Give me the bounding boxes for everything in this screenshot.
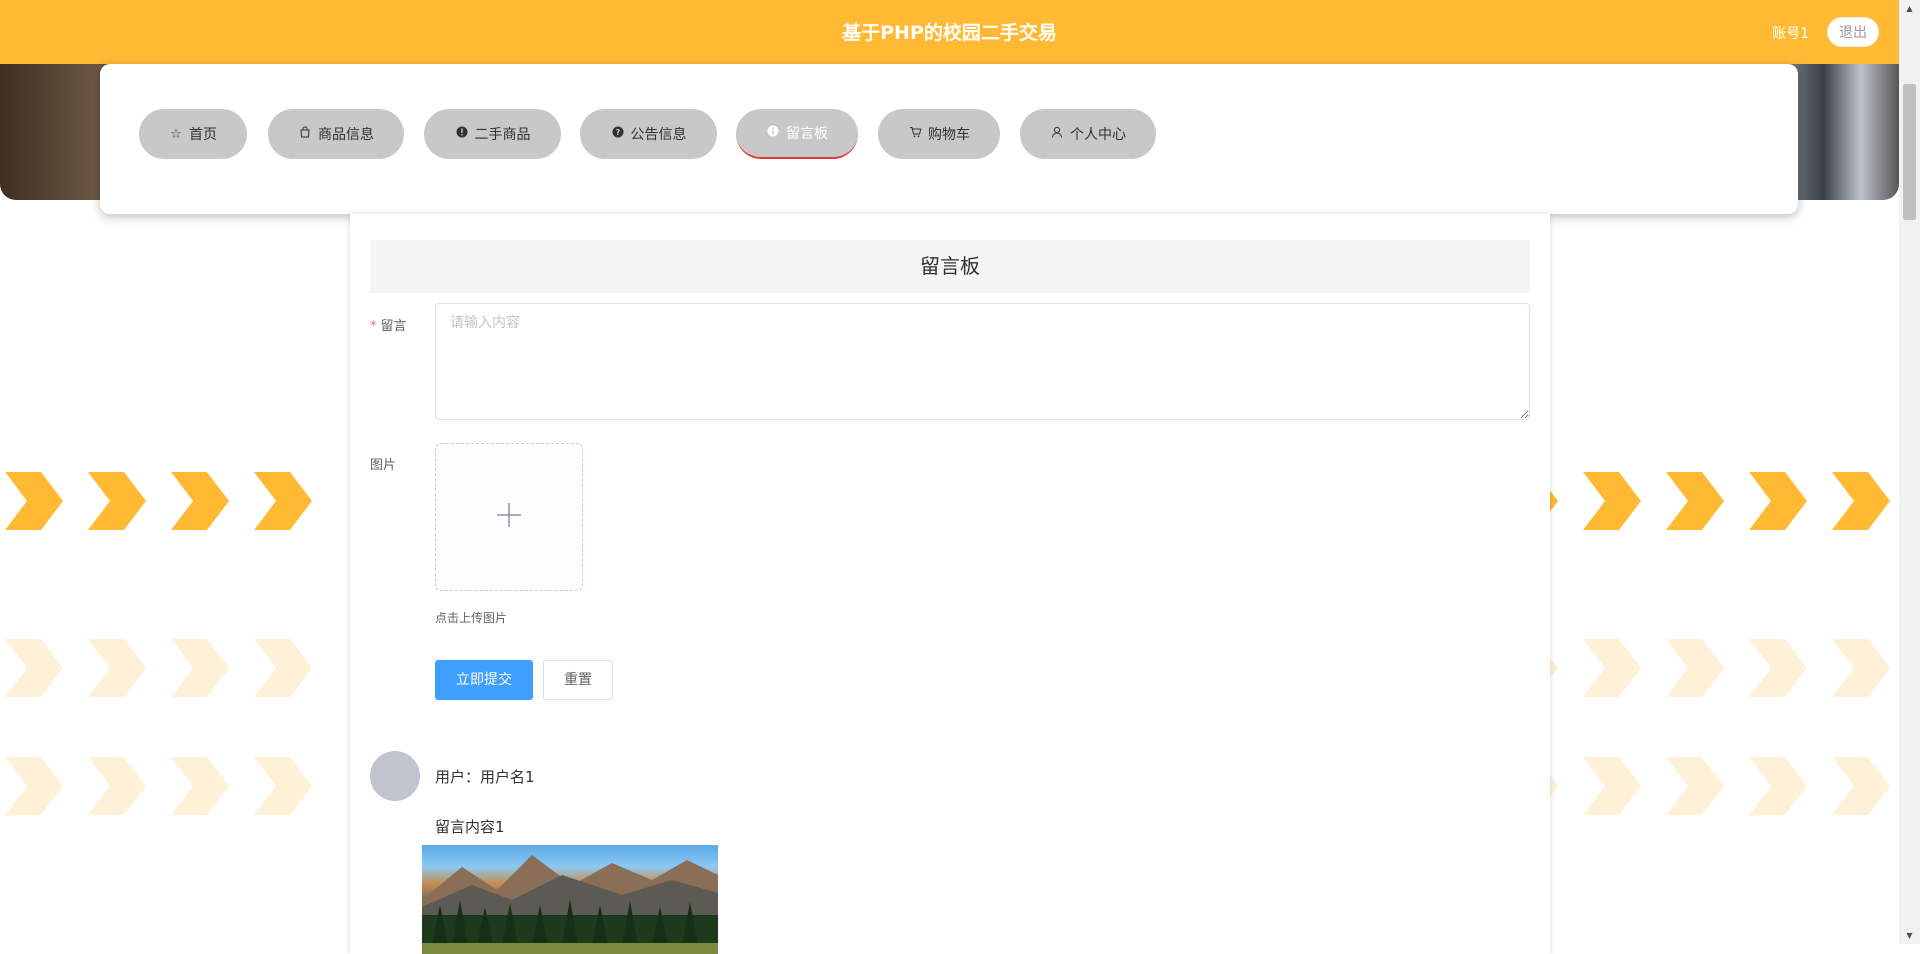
nav-item-secondhand[interactable]: 二手商品 bbox=[424, 109, 561, 159]
chevron-decoration bbox=[1666, 757, 1724, 815]
chevron-decoration bbox=[1832, 639, 1890, 697]
page-title: 留言板 bbox=[370, 240, 1530, 293]
chevron-decoration bbox=[1666, 472, 1724, 530]
chevron-decoration bbox=[1666, 639, 1724, 697]
avatar bbox=[370, 751, 420, 801]
nav-item-profile[interactable]: 个人中心 bbox=[1020, 109, 1156, 159]
svg-text:?: ? bbox=[615, 128, 620, 137]
warning-icon bbox=[455, 126, 469, 142]
bag-icon bbox=[298, 126, 312, 142]
chevron-decoration bbox=[1832, 757, 1890, 815]
chevron-decoration bbox=[1583, 757, 1641, 815]
message-label-text: 留言 bbox=[380, 319, 407, 334]
chevron-decoration bbox=[171, 639, 229, 697]
plus-icon bbox=[496, 497, 522, 537]
chevron-decoration bbox=[171, 757, 229, 815]
chevron-decoration bbox=[254, 757, 312, 815]
site-title: 基于PHP的校园二手交易 bbox=[842, 22, 1057, 44]
nav-card: ☆ 首页 商品信息 二手商品 ? 公告信息 留言板 购物车 个人中心 bbox=[100, 64, 1798, 214]
chevron-decoration bbox=[5, 757, 63, 815]
vertical-scrollbar[interactable]: ▲ ▼ bbox=[1899, 0, 1920, 944]
chevron-decoration bbox=[171, 472, 229, 530]
nav-item-label: 二手商品 bbox=[474, 127, 531, 143]
nav-item-home[interactable]: ☆ 首页 bbox=[139, 109, 247, 159]
message-field-label: * 留言 bbox=[370, 315, 407, 334]
nav-item-label: 个人中心 bbox=[1070, 127, 1126, 143]
reset-button[interactable]: 重置 bbox=[543, 660, 613, 700]
nav-item-messageboard[interactable]: 留言板 bbox=[736, 109, 858, 159]
nav-item-label: 首页 bbox=[189, 127, 217, 143]
scroll-up-icon[interactable]: ▲ bbox=[1899, 0, 1920, 17]
nav-item-label: 留言板 bbox=[786, 126, 828, 142]
chevron-decoration bbox=[88, 757, 146, 815]
scroll-down-icon[interactable]: ▼ bbox=[1899, 927, 1920, 944]
question-icon: ? bbox=[611, 126, 625, 142]
chevron-decoration bbox=[254, 639, 312, 697]
chevron-decoration bbox=[1832, 472, 1890, 530]
upload-tip: 点击上传图片 bbox=[435, 611, 508, 625]
info-icon bbox=[766, 125, 780, 141]
chevron-decoration bbox=[88, 472, 146, 530]
chevron-decoration bbox=[88, 639, 146, 697]
chevron-decoration bbox=[1749, 472, 1807, 530]
nav-item-label: 公告信息 bbox=[630, 127, 687, 143]
chevron-decoration bbox=[1749, 639, 1807, 697]
submit-button[interactable]: 立即提交 bbox=[435, 660, 533, 700]
chevron-decoration bbox=[254, 472, 312, 530]
account-name[interactable]: 账号1 bbox=[1772, 23, 1809, 43]
chevron-decoration bbox=[1749, 757, 1807, 815]
chevron-decoration bbox=[1583, 472, 1641, 530]
message-content: 留言内容1 bbox=[435, 818, 505, 836]
message-image[interactable] bbox=[422, 845, 718, 954]
nav-item-label: 商品信息 bbox=[318, 127, 374, 143]
message-board-panel: 留言板 *留言 图片 点击上传图片 立即提交 重置 用户：用户名1 留言内容1 bbox=[350, 214, 1550, 954]
image-field-label: 图片 bbox=[370, 458, 397, 473]
nav-item-cart[interactable]: 购物车 bbox=[878, 109, 1000, 159]
user-icon bbox=[1050, 126, 1064, 142]
nav-item-goods[interactable]: 商品信息 bbox=[268, 109, 404, 159]
chevron-decoration bbox=[5, 639, 63, 697]
chevron-decoration bbox=[1583, 639, 1641, 697]
star-icon: ☆ bbox=[170, 126, 182, 142]
chevron-decoration bbox=[5, 472, 63, 530]
required-asterisk: * bbox=[370, 319, 377, 334]
cart-icon bbox=[908, 126, 922, 142]
scroll-thumb[interactable] bbox=[1903, 84, 1916, 220]
message-user: 用户：用户名1 bbox=[435, 768, 535, 786]
nav-item-label: 购物车 bbox=[928, 127, 970, 143]
message-textarea[interactable] bbox=[435, 303, 1530, 420]
nav-item-notice[interactable]: ? 公告信息 bbox=[580, 109, 717, 159]
top-header: 基于PHP的校园二手交易 账号1 退出 bbox=[0, 0, 1899, 64]
image-uploader[interactable] bbox=[435, 443, 583, 591]
logout-button[interactable]: 退出 bbox=[1827, 17, 1879, 47]
